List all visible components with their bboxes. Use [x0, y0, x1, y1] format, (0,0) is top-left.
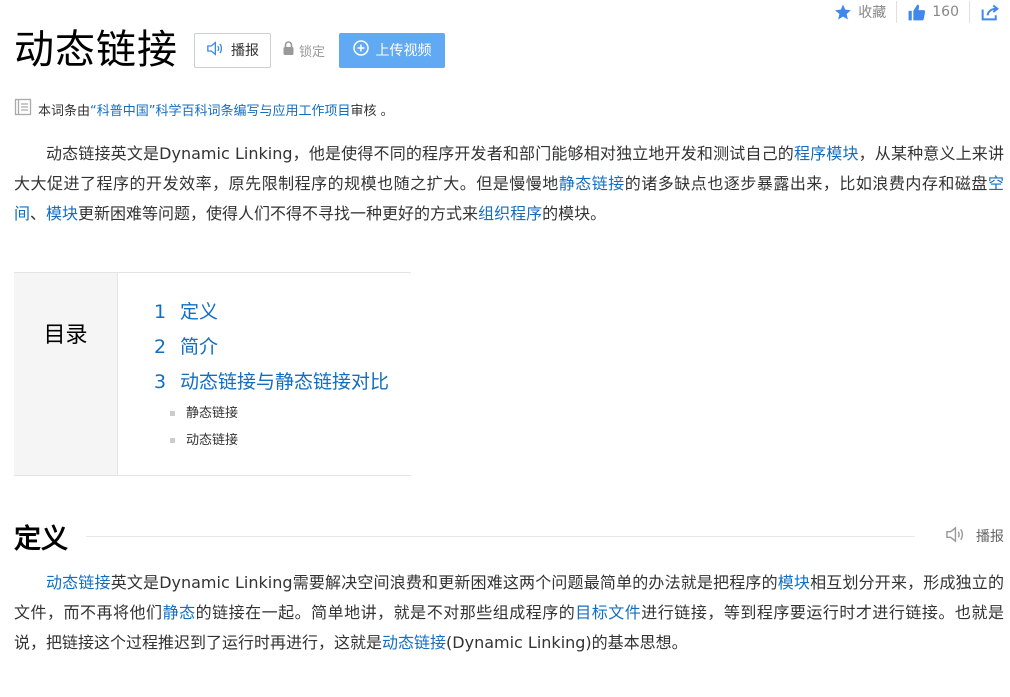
text-span: 的模块。 — [542, 204, 607, 223]
toc-title-panel: 目录 — [14, 273, 118, 475]
review-suffix: 审核 。 — [350, 103, 394, 119]
text-span: (Dynamic Linking)的基本思想。 — [446, 633, 688, 652]
link-object-file[interactable]: 目标文件 — [575, 603, 641, 622]
toc-label: 定义 — [180, 301, 219, 323]
toc-label: 动态链接与静态链接对比 — [180, 371, 390, 393]
link-organize-program[interactable]: 组织程序 — [478, 204, 542, 223]
like-button[interactable]: 160 — [897, 0, 969, 24]
play-label: 播报 — [231, 43, 259, 59]
review-prefix: 本词条由 — [38, 103, 91, 119]
toc-sublabel: 动态链接 — [186, 433, 239, 448]
toc-index: 3 — [154, 371, 167, 393]
title-row: 动态链接 播报 锁定 上传视频 — [14, 22, 446, 78]
link-program-module[interactable]: 程序模块 — [794, 144, 859, 163]
toc-item-comparison[interactable]: 3 动态链接与静态链接对比 — [154, 365, 389, 400]
text-span: 的诸多缺点也逐步暴露出来，比如浪费内存和磁盘 — [624, 174, 988, 193]
text-span: 动态链接英文是Dynamic Linking，他是使得不同的程序开发者和部门能够… — [46, 144, 794, 163]
text-span: 英文是Dynamic Linking需要解决空间浪费和更新困难这两个问题最简单的… — [110, 573, 778, 592]
review-org-link[interactable]: “科普中国”科学百科词条编写与应用工作项目 — [90, 100, 350, 119]
toc-subitem-static-linking[interactable]: 静态链接 — [154, 400, 389, 427]
star-icon — [834, 3, 852, 21]
bullet-icon — [170, 411, 175, 416]
link-static[interactable]: 静态 — [163, 603, 196, 622]
toc-item-definition[interactable]: 1 定义 — [154, 295, 389, 330]
speaker-icon — [945, 525, 964, 547]
toc-sublabel: 静态链接 — [186, 406, 239, 421]
page-title: 动态链接 — [14, 27, 178, 73]
toc-title: 目录 — [43, 323, 88, 348]
toc-index: 1 — [154, 301, 167, 323]
text-span: 的链接在一起。简单地讲，就是不对那些组成程序的 — [195, 603, 576, 622]
plus-circle-icon — [352, 40, 369, 60]
thumbs-up-icon — [907, 3, 926, 22]
toc-label: 简介 — [180, 336, 219, 358]
section-heading: 定义 播报 — [14, 515, 1004, 557]
divider — [86, 535, 915, 537]
play-audio-button[interactable]: 播报 — [194, 32, 271, 68]
toc-index: 2 — [154, 336, 167, 358]
upload-label: 上传视频 — [375, 43, 432, 59]
like-count: 160 — [932, 4, 959, 20]
upload-video-button[interactable]: 上传视频 — [339, 32, 446, 68]
intro-paragraph: 动态链接英文是Dynamic Linking，他是使得不同的程序开发者和部门能够… — [14, 139, 1004, 229]
link-module[interactable]: 模块 — [46, 204, 78, 223]
lock-label: 锁定 — [299, 44, 326, 60]
text-span: 、 — [30, 204, 47, 223]
link-dynamic-linking[interactable]: 动态链接 — [382, 633, 446, 652]
document-icon — [14, 98, 32, 120]
bullet-icon — [170, 438, 175, 443]
section-play-label: 播报 — [976, 529, 1004, 545]
toc-subitem-dynamic-linking[interactable]: 动态链接 — [154, 427, 389, 454]
speaker-icon — [206, 40, 223, 60]
link-dynamic-linking[interactable]: 动态链接 — [46, 573, 111, 592]
link-module[interactable]: 模块 — [778, 573, 810, 592]
lock-icon — [283, 41, 294, 59]
favorite-label: 收藏 — [858, 5, 887, 21]
favorite-button[interactable]: 收藏 — [824, 0, 896, 24]
link-static-linking[interactable]: 静态链接 — [559, 174, 625, 193]
section-play-button[interactable]: 播报 — [945, 525, 1004, 547]
table-of-contents: 目录 1 定义 2 简介 3 动态链接与静态链接对比 静态链接 动态链接 — [14, 272, 411, 476]
top-action-bar: 收藏 160 — [824, 0, 1010, 24]
toc-item-intro[interactable]: 2 简介 — [154, 330, 389, 365]
share-button[interactable] — [970, 0, 1010, 24]
definition-paragraph: 动态链接英文是Dynamic Linking需要解决空间浪费和更新困难这两个问题… — [14, 568, 1004, 658]
lock-status: 锁定 — [283, 41, 325, 60]
review-notice: 本词条由 “科普中国”科学百科词条编写与应用工作项目 审核 。 — [14, 98, 394, 120]
text-span: 更新困难等问题，使得人们不得不寻找一种更好的方式来 — [78, 204, 479, 223]
toc-list: 1 定义 2 简介 3 动态链接与静态链接对比 静态链接 动态链接 — [118, 273, 389, 475]
section-title: 定义 — [14, 523, 68, 555]
share-icon — [980, 3, 1000, 21]
